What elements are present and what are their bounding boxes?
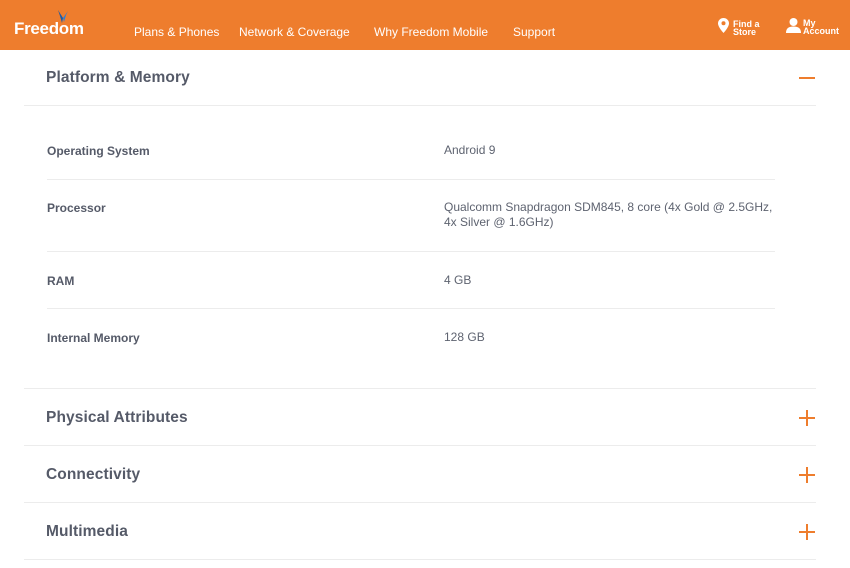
nav-network-coverage[interactable]: Network & Coverage [239,25,350,39]
accordion-header-physical-attributes[interactable]: Physical Attributes [46,409,188,427]
section-divider [24,105,816,106]
my-account-link[interactable]: My Account [786,18,842,38]
plus-icon[interactable] [798,523,816,541]
logo-text: Freedom [14,19,84,38]
accordion-header-connectivity[interactable]: Connectivity [46,466,140,484]
plus-icon[interactable] [798,409,816,427]
nav-plans-phones[interactable]: Plans & Phones [134,25,219,39]
spec-value: 4 GB [444,273,472,287]
location-pin-icon [718,18,729,33]
spec-value: Android 9 [444,143,496,157]
find-store-link[interactable]: Find a Store [718,18,768,38]
spec-label: Internal Memory [47,331,140,345]
spec-label: RAM [47,274,75,288]
minus-icon[interactable] [798,69,816,87]
spec-value: 128 GB [444,330,485,344]
nav-why-freedom[interactable]: Why Freedom Mobile [374,25,488,39]
freedom-logo[interactable]: Freedom [14,19,84,39]
accordion-header-platform-memory[interactable]: Platform & Memory [46,69,190,87]
person-icon [786,18,801,33]
row-divider [47,251,775,252]
spec-label: Operating System [47,144,150,158]
row-divider [47,179,775,180]
plus-icon[interactable] [798,466,816,484]
section-divider [24,388,816,389]
accordion-header-multimedia[interactable]: Multimedia [46,523,128,541]
section-divider [24,559,816,560]
nav-support[interactable]: Support [513,25,555,39]
section-divider [24,445,816,446]
logo-bird-icon [58,10,68,23]
spec-label: Processor [47,201,106,215]
spec-value: Qualcomm Snapdragon SDM845, 8 core (4x G… [444,200,773,229]
site-header: Freedom Plans & Phones Network & Coverag… [0,0,850,50]
find-store-line2: Store [733,27,757,37]
section-divider [24,502,816,503]
row-divider [47,308,775,309]
my-account-line2: Account [803,26,839,36]
